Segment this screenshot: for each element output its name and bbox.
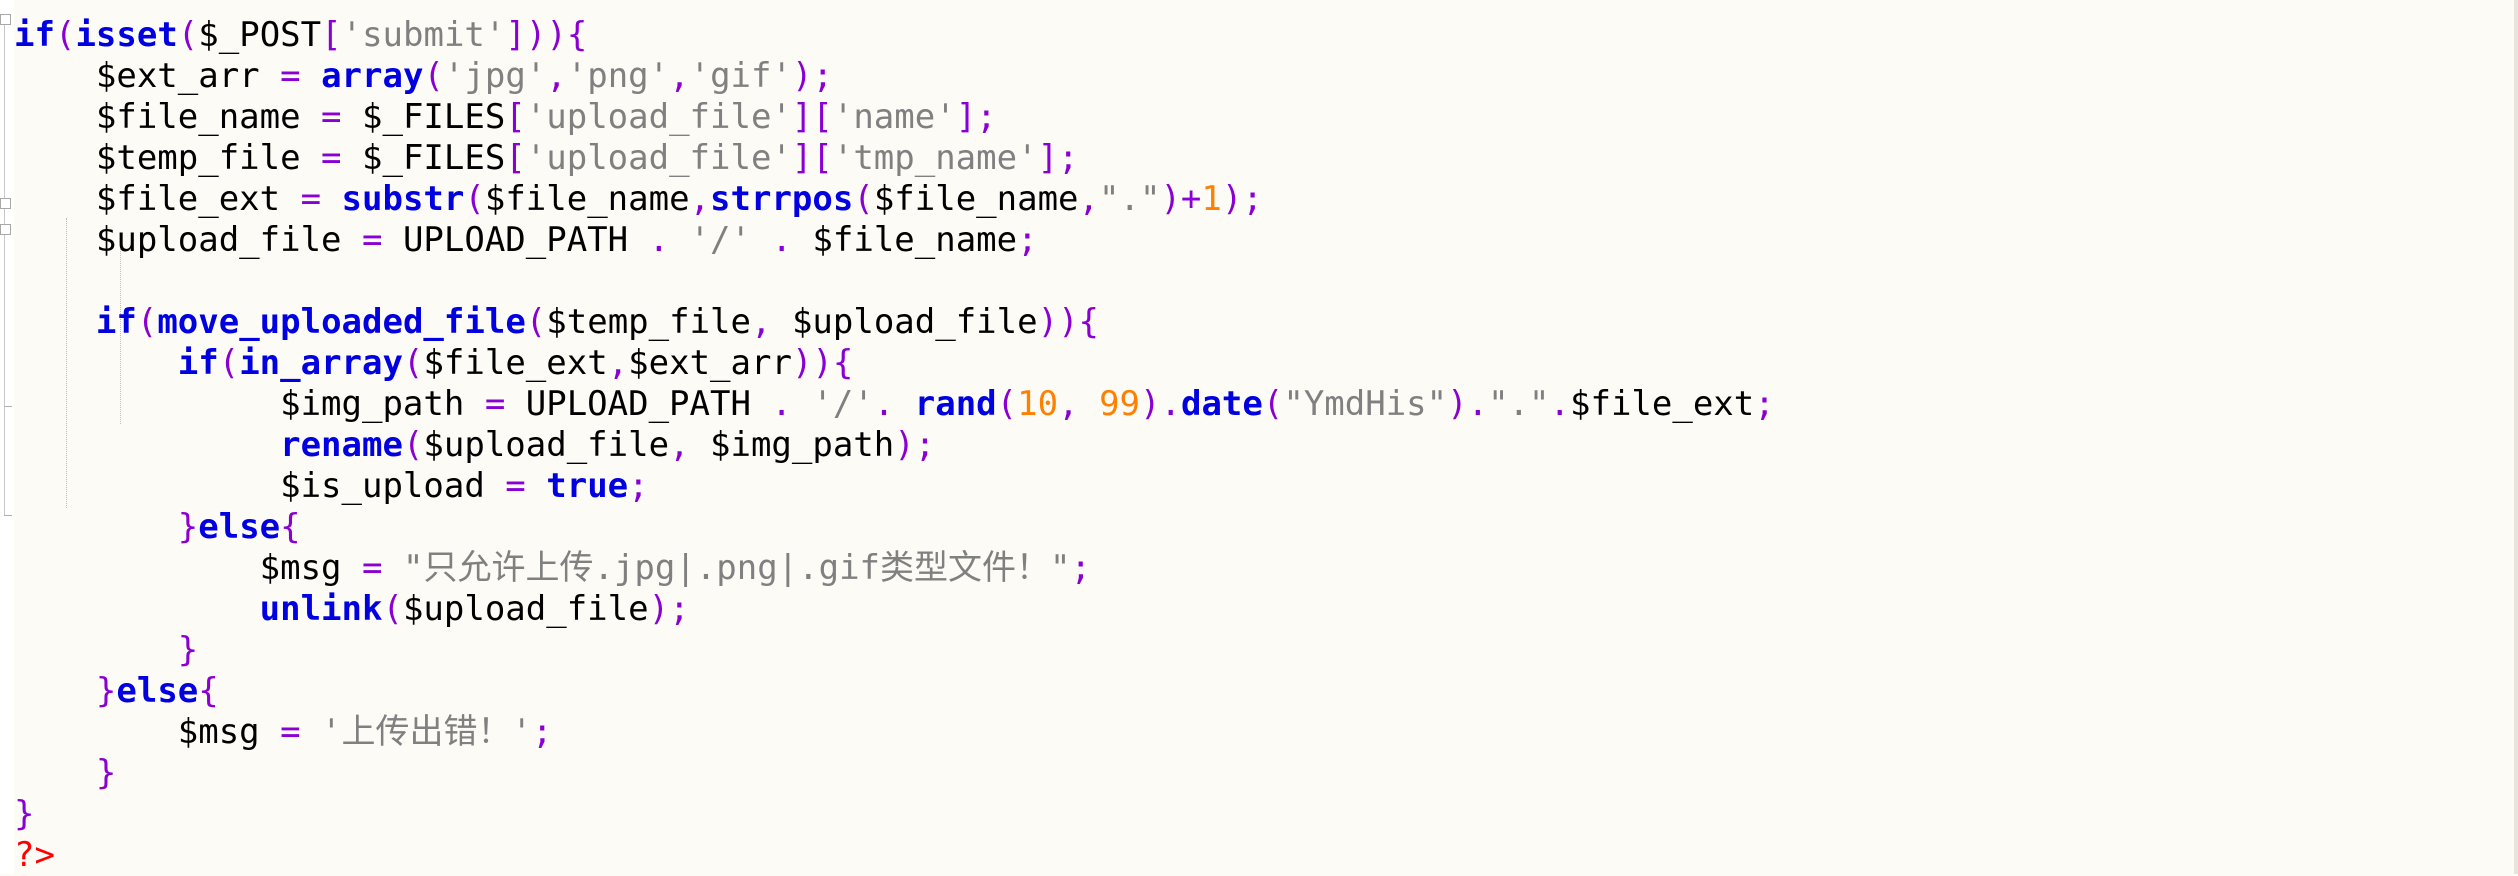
fold-guide-line — [4, 20, 5, 515]
code-line[interactable]: } — [14, 630, 1775, 671]
code-text[interactable]: if(isset($_POST['submit'])){ $ext_arr = … — [14, 15, 1775, 876]
vertical-scrollbar[interactable] — [2514, 0, 2518, 874]
code-line[interactable]: $file_ext = substr($file_name,strrpos($f… — [14, 179, 1775, 220]
code-line[interactable]: if(in_array($file_ext,$ext_arr)){ — [14, 343, 1775, 384]
code-line[interactable]: $ext_arr = array('jpg','png','gif'); — [14, 56, 1775, 97]
code-line[interactable]: $upload_file = UPLOAD_PATH . '/' . $file… — [14, 220, 1775, 261]
code-line[interactable]: $temp_file = $_FILES['upload_file']['tmp… — [14, 138, 1775, 179]
fold-toggle-icon[interactable] — [0, 224, 11, 235]
code-line[interactable]: }else{ — [14, 507, 1775, 548]
code-line[interactable]: $is_upload = true; — [14, 466, 1775, 507]
code-line[interactable]: rename($upload_file, $img_path); — [14, 425, 1775, 466]
code-line[interactable]: if(move_uploaded_file($temp_file, $uploa… — [14, 302, 1775, 343]
code-line[interactable]: ?> — [14, 835, 1775, 876]
code-line[interactable]: ​ — [14, 261, 1775, 302]
code-line[interactable]: }else{ — [14, 671, 1775, 712]
code-line[interactable]: unlink($upload_file); — [14, 589, 1775, 630]
code-line[interactable]: $img_path = UPLOAD_PATH . '/'. rand(10, … — [14, 384, 1775, 425]
code-line[interactable]: } — [14, 753, 1775, 794]
fold-toggle-icon[interactable] — [0, 198, 11, 209]
code-line[interactable]: $msg = '上传出错！'; — [14, 712, 1775, 753]
code-editor[interactable]: if(isset($_POST['submit'])){ $ext_arr = … — [0, 0, 2518, 876]
code-line[interactable]: } — [14, 794, 1775, 835]
code-line[interactable]: $file_name = $_FILES['upload_file']['nam… — [14, 97, 1775, 138]
fold-margin[interactable] — [0, 0, 14, 874]
fold-end-marker — [4, 406, 12, 407]
fold-end-marker — [4, 515, 12, 516]
code-line[interactable]: if(isset($_POST['submit'])){ — [14, 15, 1775, 56]
fold-toggle-icon[interactable] — [0, 14, 11, 25]
code-line[interactable]: $msg = "只允许上传.jpg|.png|.gif类型文件！"; — [14, 548, 1775, 589]
